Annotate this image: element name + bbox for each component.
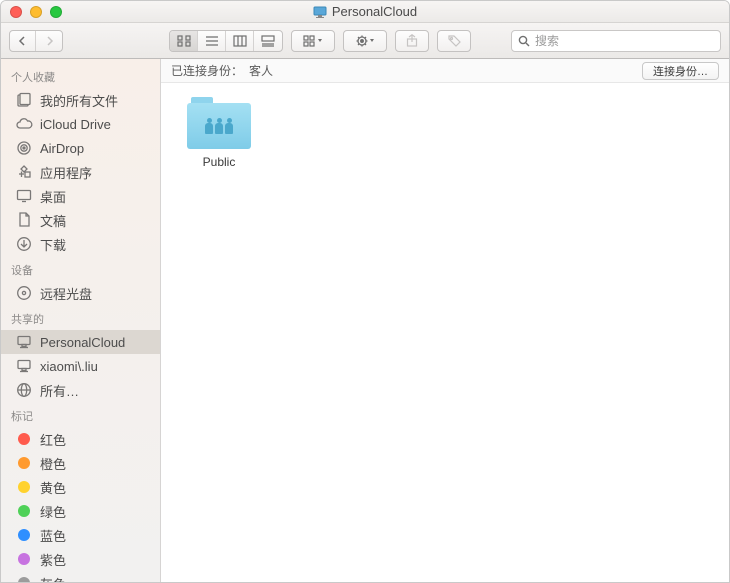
file-label: Public: [203, 155, 236, 169]
desktop-icon: [15, 187, 33, 205]
sidebar-item-tag-orange[interactable]: 橙色: [1, 451, 160, 475]
close-button[interactable]: [10, 6, 22, 18]
finder-window: PersonalCloud 搜索: [0, 0, 730, 583]
connection-bar: 已连接身份： 客人 连接身份…: [161, 59, 729, 83]
sidebar-item-remote-disc[interactable]: 远程光盘: [1, 281, 160, 305]
coverflow-view-button[interactable]: [254, 31, 282, 51]
main-area: 已连接身份： 客人 连接身份… Public: [161, 59, 729, 582]
sidebar-item-downloads[interactable]: 下载: [1, 232, 160, 256]
sidebar-item-label: 蓝色: [40, 526, 66, 545]
documents-icon: [15, 211, 33, 229]
sidebar-item-label: AirDrop: [40, 141, 84, 156]
column-view-button[interactable]: [226, 31, 254, 51]
sidebar-item-tag-red[interactable]: 红色: [1, 427, 160, 451]
sidebar-item-label: 紫色: [40, 550, 66, 569]
connection-status-label: 已连接身份：: [171, 62, 243, 79]
arrange-button[interactable]: [291, 30, 335, 52]
sidebar-item-label: 应用程序: [40, 163, 92, 182]
share-button[interactable]: [395, 30, 429, 52]
sidebar-item-tag-purple[interactable]: 紫色: [1, 547, 160, 571]
sidebar-item-label: 文稿: [40, 211, 66, 230]
window-title: PersonalCloud: [1, 4, 729, 19]
sidebar-section-header: 个人收藏: [1, 63, 160, 88]
sidebar-item-icloud[interactable]: iCloud Drive: [1, 112, 160, 136]
sidebar-item-tag-yellow[interactable]: 黄色: [1, 475, 160, 499]
back-button[interactable]: [10, 31, 36, 51]
sidebar-item-label: 所有…: [40, 381, 79, 400]
titlebar: PersonalCloud: [1, 1, 729, 23]
sidebar-item-label: xiaomi\.liu: [40, 359, 98, 374]
sidebar-item-documents[interactable]: 文稿: [1, 208, 160, 232]
tag-dot-icon: [15, 478, 33, 496]
shared-folder-icon: [187, 97, 251, 149]
sidebar: 个人收藏我的所有文件 iCloud Drive AirDrop 应用程序桌面文稿下载设…: [1, 59, 161, 582]
sidebar-item-label: 桌面: [40, 187, 66, 206]
cloud-icon: [15, 115, 33, 133]
nav-buttons: [9, 30, 63, 52]
view-switcher: [169, 30, 283, 52]
forward-button[interactable]: [36, 31, 62, 51]
apps-icon: [15, 163, 33, 181]
connect-as-button[interactable]: 连接身份…: [642, 62, 719, 80]
sidebar-item-airdrop[interactable]: AirDrop: [1, 136, 160, 160]
tag-dot-icon: [15, 550, 33, 568]
file-item[interactable]: Public: [179, 97, 259, 169]
tag-dot-icon: [15, 526, 33, 544]
sidebar-item-desktop[interactable]: 桌面: [1, 184, 160, 208]
sidebar-section-header: 共享的: [1, 305, 160, 330]
sidebar-section-header: 标记: [1, 402, 160, 427]
sidebar-item-xiaomi-liu[interactable]: xiaomi\.liu: [1, 354, 160, 378]
sidebar-item-tag-blue[interactable]: 蓝色: [1, 523, 160, 547]
sidebar-item-all-files[interactable]: 我的所有文件: [1, 88, 160, 112]
sidebar-item-tag-gray[interactable]: 灰色: [1, 571, 160, 582]
all-files-icon: [15, 91, 33, 109]
tag-dot-icon: [15, 430, 33, 448]
server-icon: [15, 333, 33, 351]
action-button[interactable]: [343, 30, 387, 52]
sidebar-item-label: 绿色: [40, 502, 66, 521]
list-view-button[interactable]: [198, 31, 226, 51]
globe-icon: [15, 381, 33, 399]
sidebar-item-label: 黄色: [40, 478, 66, 497]
connection-user: 客人: [249, 62, 273, 79]
icon-view-button[interactable]: [170, 31, 198, 51]
search-icon: [518, 35, 530, 47]
sidebar-section-header: 设备: [1, 256, 160, 281]
sidebar-item-label: 远程光盘: [40, 284, 92, 303]
downloads-icon: [15, 235, 33, 253]
sidebar-item-label: PersonalCloud: [40, 335, 125, 350]
zoom-button[interactable]: [50, 6, 62, 18]
tag-dot-icon: [15, 454, 33, 472]
sidebar-item-label: iCloud Drive: [40, 117, 111, 132]
toolbar: 搜索: [1, 23, 729, 59]
sidebar-item-tag-green[interactable]: 绿色: [1, 499, 160, 523]
sidebar-item-label: 灰色: [40, 574, 66, 583]
sidebar-item-apps[interactable]: 应用程序: [1, 160, 160, 184]
tag-dot-icon: [15, 502, 33, 520]
disc-icon: [15, 284, 33, 302]
sidebar-item-label: 下载: [40, 235, 66, 254]
sidebar-item-personalcloud[interactable]: PersonalCloud: [1, 330, 160, 354]
server-icon: [313, 6, 327, 18]
tag-dot-icon: [15, 574, 33, 582]
file-grid[interactable]: Public: [161, 83, 729, 582]
traffic-lights: [1, 6, 62, 18]
server-icon: [15, 357, 33, 375]
search-placeholder: 搜索: [535, 32, 559, 49]
sidebar-item-label: 红色: [40, 430, 66, 449]
sidebar-item-label: 我的所有文件: [40, 91, 118, 110]
sidebar-item-all-shared[interactable]: 所有…: [1, 378, 160, 402]
search-field[interactable]: 搜索: [511, 30, 721, 52]
tags-button[interactable]: [437, 30, 471, 52]
sidebar-item-label: 橙色: [40, 454, 66, 473]
airdrop-icon: [15, 139, 33, 157]
minimize-button[interactable]: [30, 6, 42, 18]
